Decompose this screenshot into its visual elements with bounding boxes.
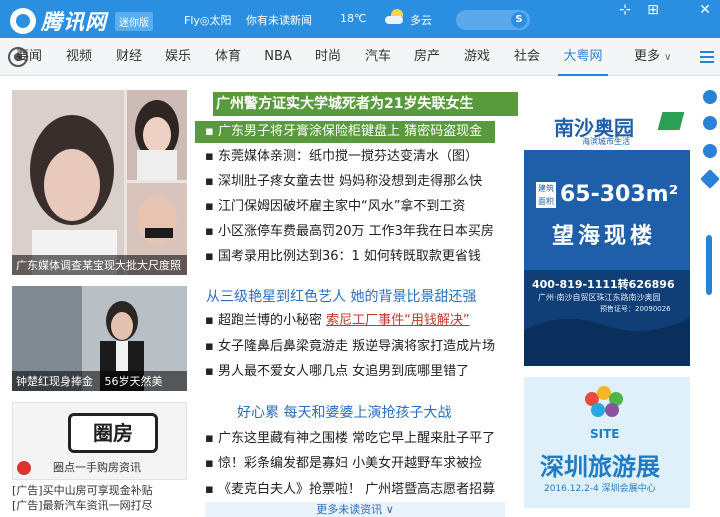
- photo-news-1[interactable]: 广东媒体调查某宝现大批大尺度照: [12, 90, 187, 275]
- tab-finance[interactable]: 财经: [114, 38, 144, 76]
- news-item-text: 小区涨停车费最高罚20万 工作3年我在日本买房: [217, 224, 494, 239]
- news-item[interactable]: ▪ 《麦克白夫人》抢票啦！ 广州塔暨高志愿者招募: [205, 479, 495, 501]
- ad-brand-sub: 海滨城市生活: [582, 137, 630, 146]
- ad-link-1[interactable]: [广告]买中山房可享现金补贴: [12, 482, 153, 498]
- top-headline[interactable]: 广州警方证实大学城死者为21岁失联女生: [213, 92, 518, 116]
- fly-sun-link[interactable]: Fly◎太阳: [184, 12, 232, 28]
- search-button[interactable]: S: [511, 12, 527, 28]
- section-headline-2[interactable]: 从三级艳星到红色艺人 她的背景比景甜还强: [206, 286, 476, 306]
- ad-quanfang[interactable]: 圈房 圈点一手购房资讯: [12, 402, 187, 480]
- ad-area: 65-303m²: [560, 182, 679, 207]
- tab-video[interactable]: 视频: [64, 38, 94, 76]
- site-logo-text: SITE: [590, 427, 620, 441]
- unread-news-link[interactable]: 你有未读新闻: [246, 12, 312, 28]
- close-icon[interactable]: ✕: [690, 0, 720, 20]
- quanfang-dot-icon: [17, 461, 31, 475]
- shield-icon[interactable]: [703, 90, 717, 104]
- channel-nav: 要闻 视频 财经 娱乐 体育 NBA 时尚 汽车 房产 游戏 社会 大粤网 更多…: [0, 38, 720, 76]
- title-bar: 腾讯网 迷你版 Fly◎太阳 你有未读新闻 18℃ 多云 S ⊹ ⊞ ✕: [0, 0, 720, 38]
- news-item-text: 广东这里藏有神之围楼 常吃它早上醒来肚子平了: [217, 431, 496, 446]
- photo-news-2[interactable]: 钟楚红现身捧金 56岁天然美: [12, 286, 187, 391]
- ad-slogan: 望海现楼: [552, 224, 657, 249]
- ad-phone: 400-819-1111转626896: [532, 278, 675, 291]
- chevron-down-icon: ∨: [664, 52, 672, 63]
- search-input[interactable]: S: [456, 10, 530, 30]
- ad2-title: 深圳旅游展: [540, 453, 660, 481]
- news-item-text: 男人最不爱女人哪几点 女追男到底哪里错了: [217, 364, 470, 379]
- news-item[interactable]: ▪ 深圳肚子疼女童去世 妈妈称没想到走得那么快: [205, 171, 482, 193]
- mini-badge: 迷你版: [115, 11, 153, 31]
- section-headline-3[interactable]: 好心累 每天和婆婆上演抢孩子大战: [237, 402, 451, 422]
- qq-logo[interactable]: 腾讯网 迷你版: [10, 6, 153, 36]
- news-item[interactable]: ▪ 超跑兰博的小秘密 索尼工厂事件“用钱解决”: [205, 310, 470, 332]
- play-icon[interactable]: [703, 144, 717, 158]
- news-item-text: 女子隆鼻后鼻梁竟游走 叛逆导演将家打造成片场: [217, 339, 496, 354]
- news-item-text: 《麦克白夫人》抢票啦！ 广州塔暨高志愿者招募: [217, 482, 496, 497]
- news-item-text: 江门保姆因破坏雇主家中“风水”拿不到工资: [217, 199, 466, 214]
- weather-text: 多云: [410, 14, 432, 27]
- news-item[interactable]: ▪ 广东这里藏有神之围楼 常吃它早上醒来肚子平了: [205, 428, 495, 450]
- news-item[interactable]: ▪ 广东男子将牙膏涂保险柜键盘上 猜密码盗现金: [195, 121, 495, 143]
- tab-society[interactable]: 社会: [512, 38, 542, 76]
- tab-sports[interactable]: 体育: [213, 38, 243, 76]
- tab-games[interactable]: 游戏: [462, 38, 492, 76]
- girl-photo: [12, 90, 187, 275]
- quanfang-sub: 圈点一手购房资讯: [53, 461, 141, 474]
- news-item-link[interactable]: 索尼工厂事件“用钱解决”: [326, 313, 469, 328]
- tab-nba[interactable]: NBA: [262, 38, 294, 76]
- news-item-text: 东莞媒体亲测：纸巾搅一搅芬达变清水（图）: [217, 149, 478, 164]
- more-label: 更多: [634, 49, 661, 64]
- quanfang-logo: 圈房: [68, 413, 158, 453]
- ad-link-2[interactable]: [广告]最新汽车资讯一网打尽: [12, 497, 153, 513]
- logo-text: 腾讯网: [41, 10, 107, 34]
- menu-icon[interactable]: [700, 51, 714, 63]
- tab-fashion[interactable]: 时尚: [313, 38, 343, 76]
- news-item[interactable]: ▪ 江门保姆因破坏雇主家中“风水”拿不到工资: [205, 196, 465, 218]
- more-menu[interactable]: 更多 ∨: [634, 38, 671, 76]
- temperature: 18℃: [340, 12, 367, 25]
- area-tag: 建筑面积: [536, 182, 556, 208]
- photo1-caption: 广东媒体调查某宝现大批大尺度照: [12, 255, 187, 275]
- news-item-text: 超跑兰博的小秘密: [217, 313, 322, 328]
- tab-auto[interactable]: 汽车: [363, 38, 393, 76]
- ad2-date: 2016.12.2-4 深圳会展中心: [544, 484, 656, 494]
- quanfang-logo-text: 圈房: [93, 421, 133, 445]
- pin-icon[interactable]: ⊹: [610, 0, 640, 20]
- news-item-text: 国考录用比例达到36：1 如何转既取款更省钱: [217, 249, 481, 264]
- cloudy-icon: [385, 9, 407, 25]
- ad-shenzhen-travel[interactable]: SITE 深圳旅游展 2016.12.2-4 深圳会展中心: [524, 377, 690, 508]
- user-icon[interactable]: [703, 116, 717, 130]
- news-item-text: 广东男子将牙膏涂保险柜键盘上 猜密码盗现金: [217, 124, 483, 139]
- news-item[interactable]: ▪ 惊！彩条编发都是寡妇 小美女开越野车求被捡: [205, 453, 482, 475]
- news-item[interactable]: ▪ 东莞媒体亲测：纸巾搅一搅芬达变清水（图）: [205, 146, 478, 168]
- tab-entertainment[interactable]: 娱乐: [163, 38, 193, 76]
- more-news-label: 更多未读资讯: [316, 503, 383, 516]
- tab-house[interactable]: 房产: [412, 38, 442, 76]
- news-item[interactable]: ▪ 小区涨停车费最高罚20万 工作3年我在日本买房: [205, 221, 494, 243]
- restore-icon[interactable]: ⊞: [638, 0, 668, 20]
- tab-dayue[interactable]: 大粤网: [558, 38, 608, 76]
- photo2-caption: 钟楚红现身捧金: [16, 375, 93, 388]
- photo2-caption-wrap: 钟楚红现身捧金 56岁天然美: [12, 371, 187, 391]
- gear-icon[interactable]: [700, 169, 720, 189]
- more-news-button[interactable]: 更多未读资讯 ∨: [205, 502, 505, 517]
- tab-yaowen[interactable]: 要闻: [14, 38, 44, 76]
- chevron-down-icon: ∨: [385, 503, 394, 516]
- photo2-caption2: 56岁天然美: [104, 375, 163, 388]
- news-item[interactable]: ▪ 男人最不爱女人哪几点 女追男到底哪里错了: [205, 361, 469, 383]
- ad-nansha-aoyuan[interactable]: 南沙奥园 海滨城市生活 建筑面积 65-303m² 望海现楼 400-819-1…: [524, 90, 690, 366]
- scrollbar-thumb[interactable]: [706, 235, 712, 295]
- ad-address: 广州·南沙自贸区珠江东路南沙奥园: [538, 293, 661, 302]
- news-item-text: 深圳肚子疼女童去世 妈妈称没想到走得那么快: [217, 174, 483, 189]
- news-item-text: 惊！彩条编发都是寡妇 小美女开越野车求被捡: [217, 456, 483, 471]
- news-item[interactable]: ▪ 国考录用比例达到36：1 如何转既取款更省钱: [205, 246, 481, 268]
- penguin-icon: [10, 8, 36, 34]
- ad-license: 预售证号：20090026: [600, 305, 671, 313]
- news-item[interactable]: ▪ 女子隆鼻后鼻梁竟游走 叛逆导演将家打造成片场: [205, 336, 495, 358]
